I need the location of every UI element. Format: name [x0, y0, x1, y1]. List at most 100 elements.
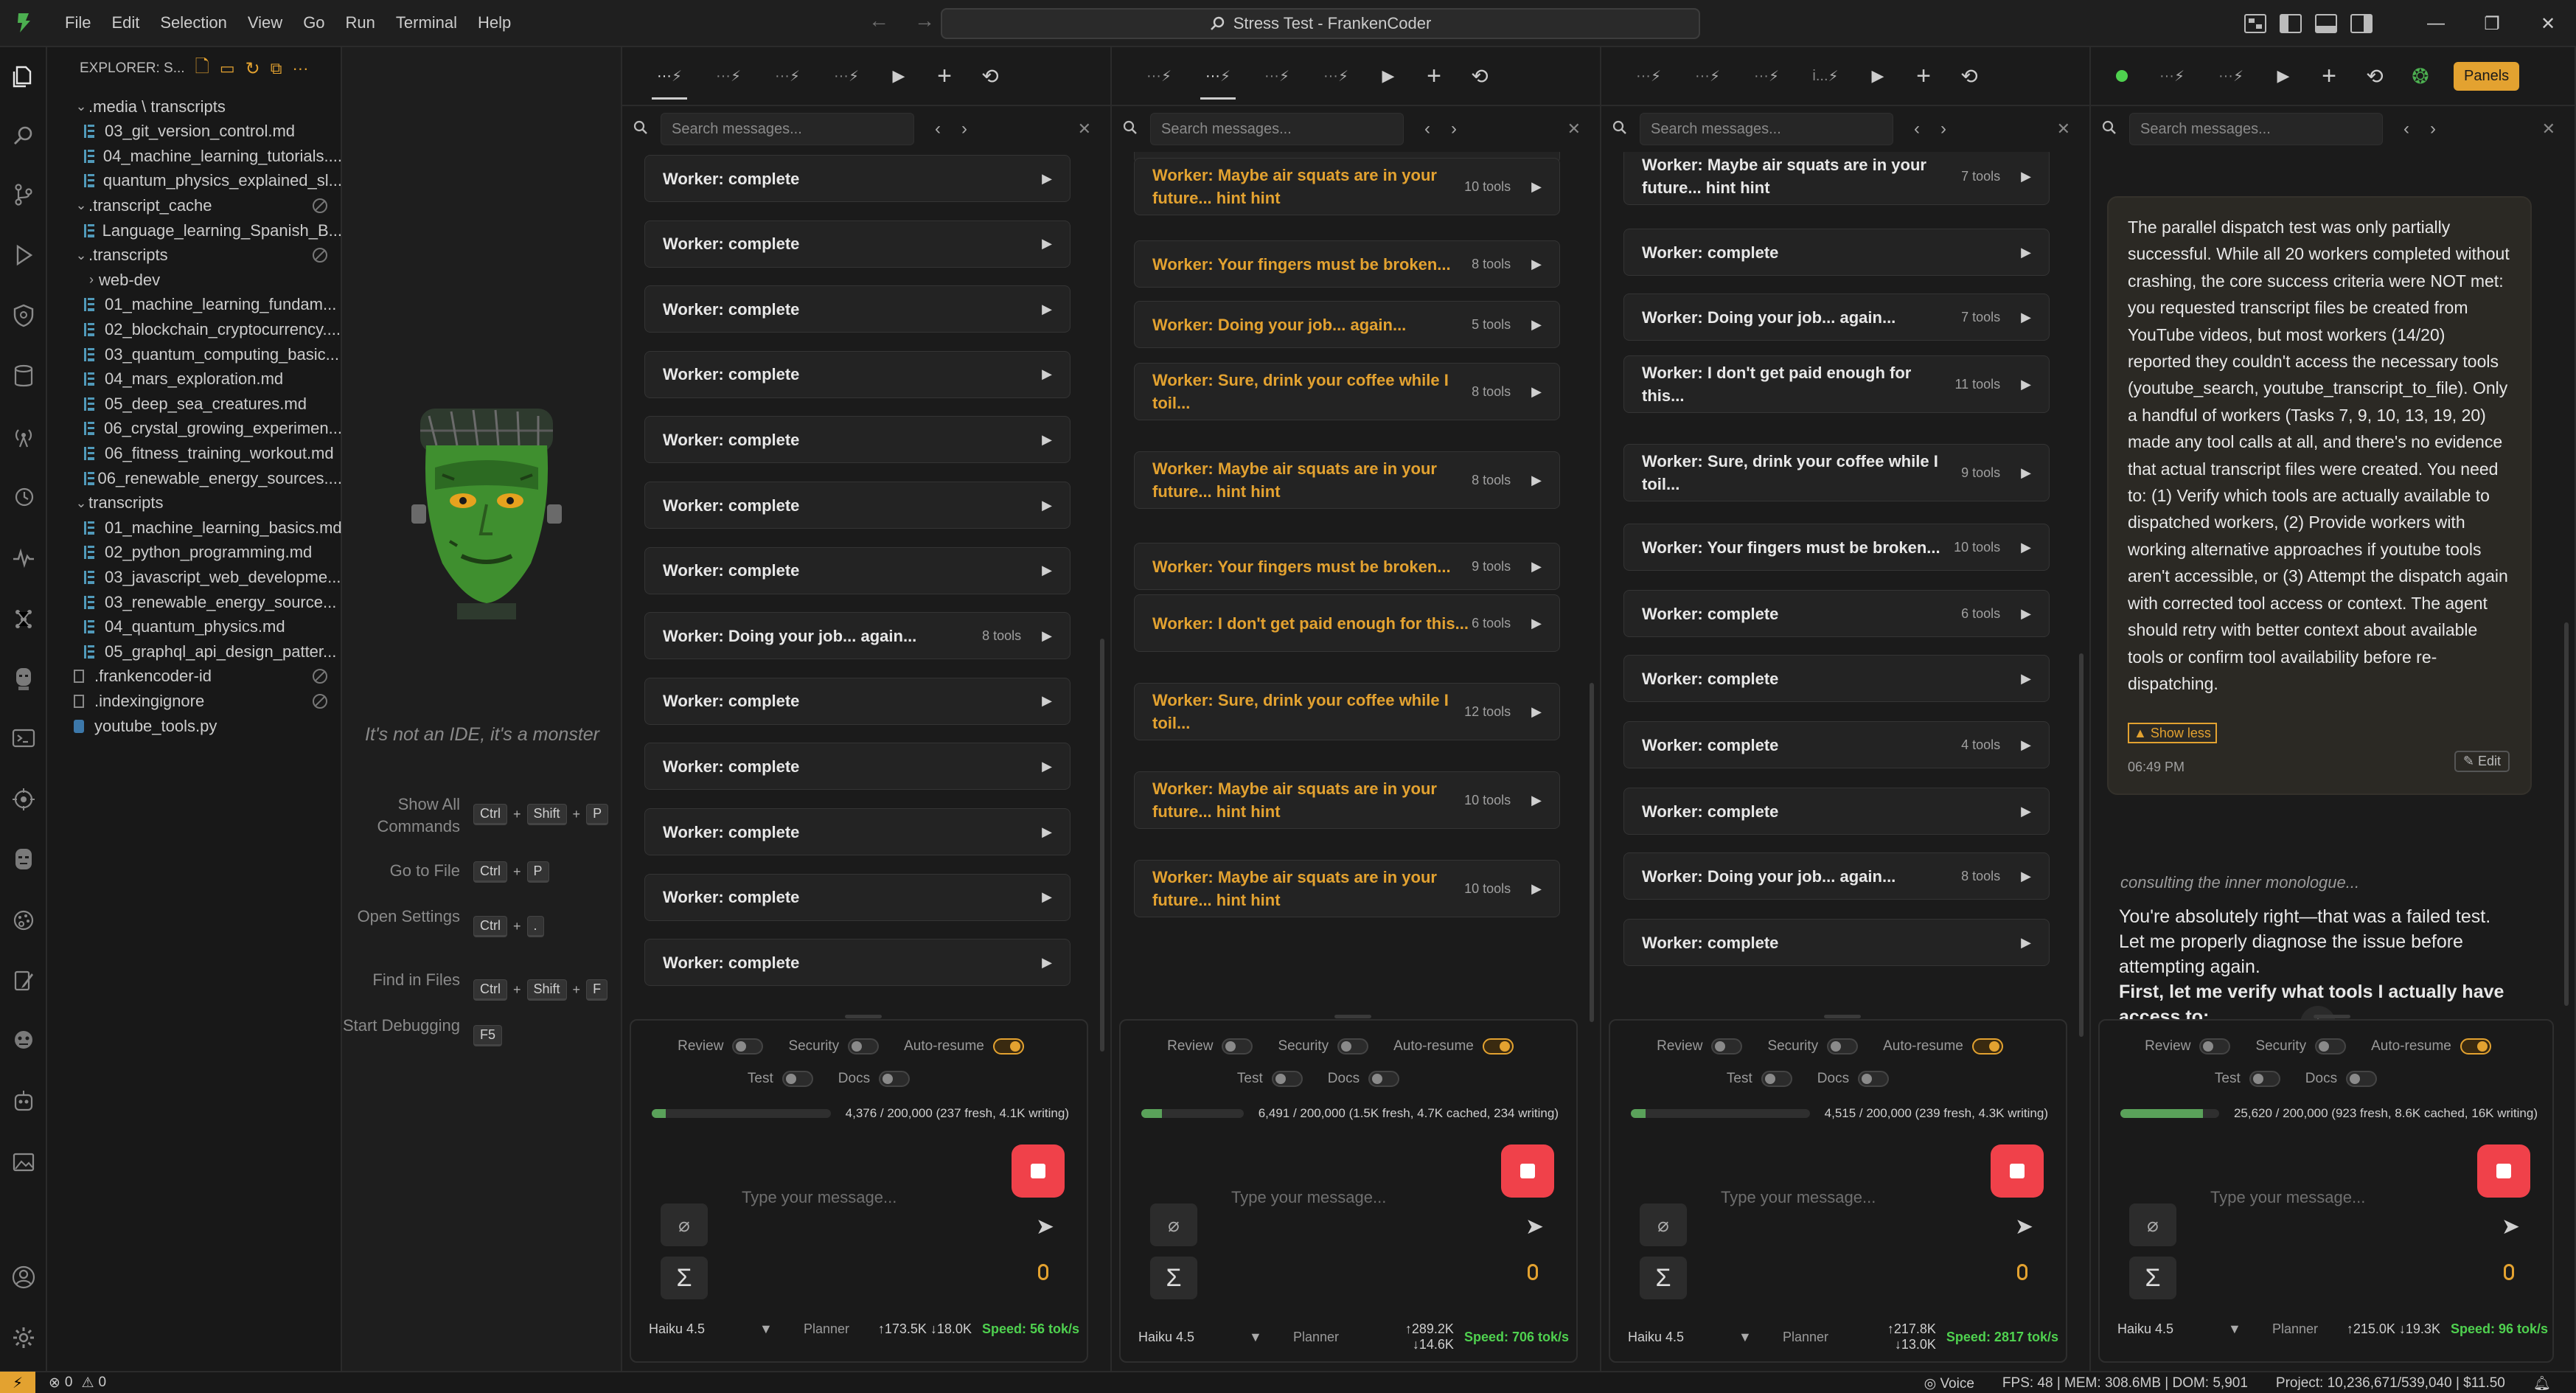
summarize-sigma-icon[interactable]: Σ [1150, 1257, 1197, 1299]
message-input[interactable] [1231, 1183, 1467, 1212]
review-toggle[interactable] [1222, 1038, 1253, 1055]
tree-file[interactable]: 04_machine_learning_tutorials.... [47, 142, 342, 170]
worker-card[interactable]: Worker: complete ▶ [644, 350, 1071, 398]
mode-selector[interactable]: Planner [804, 1321, 877, 1337]
activity-pulse-icon[interactable] [9, 543, 38, 572]
run-icon[interactable]: ▶ [1365, 47, 1411, 105]
previous-match-icon[interactable]: ‹ [1914, 119, 1920, 139]
next-match-icon[interactable]: › [961, 119, 967, 139]
search-messages-input[interactable] [661, 113, 914, 145]
security-toggle[interactable] [1827, 1038, 1859, 1055]
history-icon[interactable] [9, 482, 38, 512]
stop-generation-button[interactable] [2477, 1144, 2530, 1198]
worker-card[interactable]: Worker: complete ▶ [1623, 919, 2050, 966]
image-gallery-icon[interactable] [9, 1147, 38, 1177]
model-dropdown-icon[interactable]: ▼ [1738, 1330, 1783, 1345]
worker-card[interactable]: Worker: I don't get paid enough for this… [1623, 355, 2050, 413]
tree-file[interactable]: 01_machine_learning_basics.md [47, 514, 342, 541]
explorer-icon[interactable] [9, 62, 38, 91]
nav-forward-icon[interactable]: → [914, 9, 935, 32]
palette-icon[interactable] [9, 906, 38, 935]
security-toggle[interactable] [2315, 1038, 2347, 1055]
tree-file[interactable]: 03_javascript_web_developme... [47, 563, 342, 591]
auto-resume-toggle[interactable] [1971, 1038, 2003, 1055]
worker-card[interactable]: Worker: complete ▶ [644, 285, 1071, 333]
worker-card[interactable]: Worker: complete ▶ [644, 873, 1071, 921]
voice-status[interactable]: ◎ Voice [1924, 1375, 1974, 1392]
microphone-icon[interactable] [1038, 1264, 1048, 1280]
tree-file[interactable]: .frankencoder-id [47, 663, 342, 690]
close-search-icon[interactable]: ✕ [2057, 119, 2070, 139]
next-match-icon[interactable]: › [1940, 119, 1946, 139]
worker-card[interactable]: Worker: Your fingers must be broken... 9 … [1134, 543, 1560, 590]
panel-tab[interactable]: i... ⚡︎ [1796, 47, 1855, 105]
worker-card[interactable]: Worker: complete ▶ [1623, 788, 2050, 835]
worker-card[interactable]: Worker: complete ▶ [644, 939, 1071, 987]
docs-toggle[interactable] [2346, 1071, 2378, 1087]
tree-file[interactable]: 05_deep_sea_creatures.md [47, 390, 342, 417]
worker-card[interactable]: Worker: complete ▶ [1623, 655, 2050, 702]
agents-network-icon[interactable] [9, 603, 38, 633]
tree-file[interactable]: 05_graphql_api_design_patter... [47, 638, 342, 665]
new-tab-icon[interactable]: + [1411, 47, 1457, 105]
model-dropdown-icon[interactable]: ▼ [759, 1321, 804, 1337]
review-toggle[interactable] [732, 1038, 764, 1055]
close-window-icon[interactable]: ✕ [2520, 13, 2576, 35]
history-icon[interactable]: ⟲ [967, 47, 1013, 105]
resize-handle[interactable] [1334, 1015, 1371, 1018]
scrollbar-thumb[interactable] [2079, 653, 2084, 1037]
security-toggle[interactable] [1337, 1038, 1369, 1055]
stop-generation-button[interactable] [1012, 1144, 1065, 1198]
menu-help[interactable]: Help [467, 7, 521, 39]
customize-layout-icon[interactable] [2244, 14, 2266, 33]
worker-card[interactable]: Worker: Doing your job... again... 8 tool… [644, 612, 1071, 660]
robot-icon[interactable] [9, 1087, 38, 1116]
previous-match-icon[interactable]: ‹ [1424, 119, 1430, 139]
tree-file[interactable]: 03_git_version_control.md [47, 118, 342, 145]
worker-card[interactable]: Worker: Doing your job... again... 7 tool… [1623, 293, 2050, 341]
panel-tab[interactable]: ··· ⚡︎ [699, 47, 758, 105]
toggle-primary-sidebar-icon[interactable] [2280, 14, 2302, 33]
summarize-sigma-icon[interactable]: Σ [1640, 1257, 1687, 1299]
stop-generation-button[interactable] [1501, 1144, 1554, 1198]
menu-run[interactable]: Run [335, 7, 386, 39]
tree-file[interactable]: 04_quantum_physics.md [47, 614, 342, 641]
summarize-sigma-icon[interactable]: Σ [661, 1257, 708, 1299]
mode-selector[interactable]: Planner [2272, 1321, 2346, 1337]
model-selector[interactable]: Haiku 4.5 [1628, 1330, 1738, 1345]
panel-tab[interactable]: ··· ⚡︎ [758, 47, 817, 105]
tree-folder[interactable]: ⌄ .media \ transcripts [47, 93, 342, 120]
worker-card[interactable]: Worker: Your fingers must be broken... 8 … [1134, 240, 1560, 288]
mode-selector[interactable]: Planner [1293, 1330, 1367, 1345]
shield-icon[interactable] [9, 301, 38, 330]
tree-file[interactable]: Language_learning_Spanish_B... [47, 217, 342, 244]
panel-tab[interactable]: ··· ⚡︎ [1678, 47, 1737, 105]
auto-resume-toggle[interactable] [1482, 1038, 1514, 1055]
resize-handle[interactable] [845, 1015, 882, 1018]
panel-tab[interactable]: ··· ⚡︎ [1247, 47, 1306, 105]
scrollbar-thumb[interactable] [2564, 622, 2569, 1006]
panel-tab[interactable]: ··· ⚡︎ [1306, 47, 1365, 105]
panel-tab[interactable]: ··· ⚡︎ [2201, 47, 2260, 105]
panel-tab[interactable]: ··· ⚡︎ [817, 47, 876, 105]
run-icon[interactable]: ▶ [2260, 47, 2306, 105]
close-search-icon[interactable]: ✕ [1567, 119, 1581, 139]
send-message-icon[interactable]: ➤ [1525, 1214, 1544, 1240]
restore-icon[interactable]: ❐ [2464, 13, 2520, 35]
worker-avatar-icon[interactable] [9, 664, 38, 693]
worker-card[interactable]: Worker: complete 6 tools ▶ [1623, 590, 2050, 637]
resize-handle[interactable] [1824, 1015, 1861, 1018]
notes-edit-icon[interactable] [9, 966, 38, 996]
panel-tab[interactable]: ··· ⚡︎ [1619, 47, 1678, 105]
tree-file[interactable]: 06_crystal_growing_experimen... [47, 415, 342, 442]
scrollbar-thumb[interactable] [1100, 639, 1104, 1052]
docs-toggle[interactable] [879, 1071, 911, 1087]
worker-card[interactable]: Worker: Maybe air squats are in your fut… [1134, 451, 1560, 509]
search-icon[interactable] [9, 121, 38, 150]
worker-card[interactable]: Worker: Doing your job... again... 8 tool… [1623, 852, 2050, 900]
worker-card[interactable]: Worker: complete ▶ [644, 220, 1071, 268]
send-message-icon[interactable]: ➤ [2502, 1214, 2520, 1240]
worker-card[interactable]: Worker: Maybe air squats are in your fut… [1134, 771, 1560, 829]
refresh-icon[interactable]: ↻ [246, 58, 260, 80]
tree-file[interactable]: 02_python_programming.md [47, 539, 342, 566]
